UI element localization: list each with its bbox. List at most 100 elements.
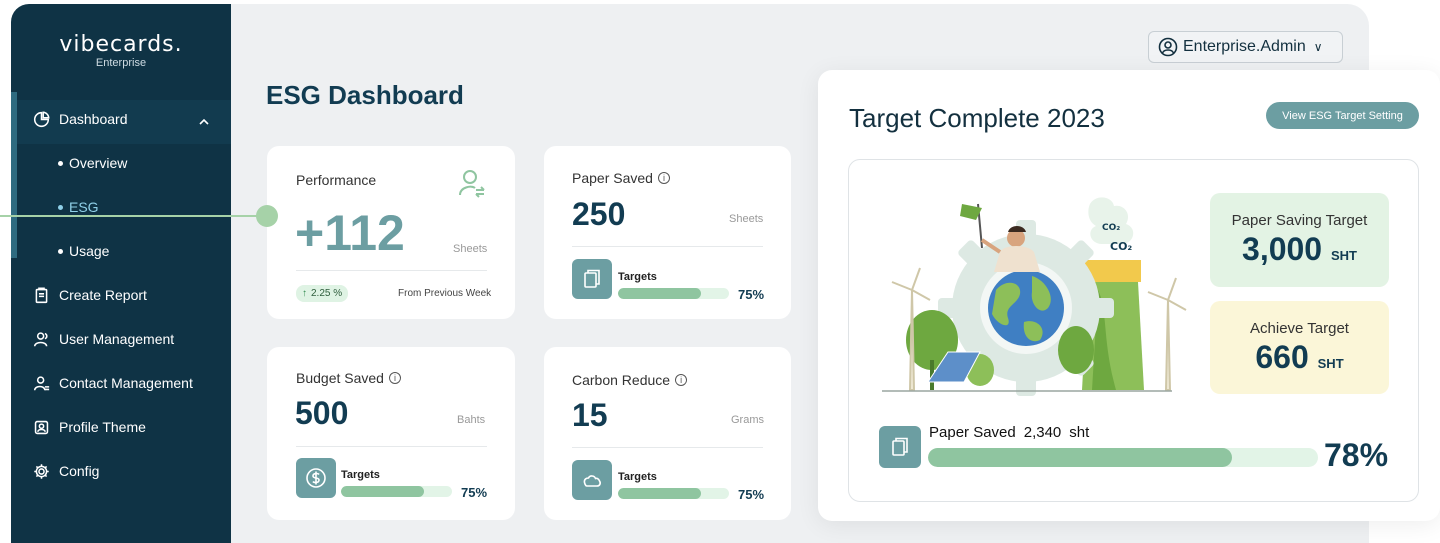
panel-progress-fill bbox=[928, 448, 1233, 467]
budget-saved-value: 500 bbox=[295, 395, 349, 431]
user-menu-button[interactable]: Enterprise.Admin ∨ bbox=[1148, 31, 1343, 63]
gear-icon bbox=[34, 463, 49, 479]
pie-chart-icon bbox=[33, 110, 50, 127]
paper-saved-label: Paper Saved i bbox=[572, 170, 670, 186]
view-esg-target-button[interactable]: View ESG Target Setting bbox=[1266, 102, 1419, 129]
panel-paper-saved-unit: sht bbox=[1069, 424, 1090, 441]
budget-progress-track bbox=[341, 486, 452, 497]
target-panel-title: Target Complete 2023 bbox=[849, 103, 1105, 133]
performance-value: +112 bbox=[295, 205, 405, 261]
carbon-icon-box bbox=[572, 460, 612, 500]
info-icon[interactable]: i bbox=[388, 372, 401, 384]
paper-saved-unit: Sheets bbox=[729, 213, 764, 225]
esg-illustration: CO₂ CO₂ bbox=[882, 197, 1187, 396]
user-circle-icon bbox=[1158, 37, 1178, 57]
panel-progress-track bbox=[928, 448, 1318, 467]
logo-wordmark: vibecards. bbox=[59, 32, 183, 57]
logo[interactable]: vibecards. Enterprise bbox=[11, 32, 231, 69]
nav-active-indicator bbox=[11, 92, 17, 258]
user-exchange-icon bbox=[459, 170, 485, 198]
sidebar-item-label: Create Report bbox=[59, 287, 147, 303]
divider bbox=[296, 270, 487, 271]
budget-progress-fill bbox=[341, 486, 425, 497]
paper-saving-target-box: Paper Saving Target 3,000 SHT bbox=[1210, 193, 1389, 287]
connector-line bbox=[0, 215, 262, 217]
card-title: Carbon Reduce bbox=[572, 372, 671, 388]
co2-label-small: CO₂ bbox=[1102, 223, 1120, 233]
performance-unit: Sheets bbox=[453, 243, 488, 255]
page-title: ESG Dashboard bbox=[266, 80, 464, 110]
chevron-down-icon: ∨ bbox=[1313, 40, 1323, 54]
change-note: From Previous Week bbox=[398, 288, 492, 299]
paper-progress-fill bbox=[618, 288, 702, 299]
panel-paper-saved-label: Paper Saved bbox=[929, 424, 1016, 441]
paper-target-value-row: 3,000 SHT bbox=[1210, 231, 1389, 268]
targets-label: Targets bbox=[618, 271, 657, 283]
sidebar: vibecards. Enterprise Dashboard Overview… bbox=[11, 4, 231, 543]
sidebar-item-config[interactable]: Config bbox=[33, 459, 99, 483]
achieve-target-box: Achieve Target 660 SHT bbox=[1210, 301, 1389, 394]
sidebar-item-usage[interactable]: Usage bbox=[58, 243, 109, 259]
budget-saved-unit: Bahts bbox=[457, 414, 486, 426]
paper-target-unit: SHT bbox=[1330, 248, 1357, 263]
bullet bbox=[58, 160, 63, 166]
paper-saved-value: 250 bbox=[572, 196, 626, 232]
stage: vibecards. Enterprise Dashboard Overview… bbox=[0, 0, 1440, 543]
document-icon bbox=[35, 287, 48, 303]
change-value: 2.25 % bbox=[311, 288, 343, 299]
targets-label: Targets bbox=[618, 471, 657, 483]
sidebar-item-label: Dashboard bbox=[59, 111, 128, 127]
paper-target-label: Paper Saving Target bbox=[1231, 212, 1368, 229]
contact-icon bbox=[33, 375, 50, 390]
paper-target-value: 3,000 bbox=[1242, 231, 1323, 267]
cloud-icon bbox=[583, 475, 601, 487]
panel-paper-saved-value: 2,340 bbox=[1023, 424, 1062, 441]
chevron-up-icon[interactable] bbox=[199, 117, 209, 127]
co2-label-big: CO₂ bbox=[1110, 240, 1132, 253]
sidebar-item-label: Profile Theme bbox=[59, 419, 146, 435]
divider bbox=[572, 246, 763, 247]
carbon-percent: 75% bbox=[738, 487, 765, 502]
connector-dot bbox=[256, 205, 278, 227]
paper-icon-box bbox=[572, 259, 612, 299]
sidebar-item-overview[interactable]: Overview bbox=[58, 155, 127, 171]
panel-paper-saved: Paper Saved 2,340 sht bbox=[929, 424, 1089, 441]
sidebar-item-label: ESG bbox=[69, 199, 99, 215]
sidebar-item-user-management[interactable]: User Management bbox=[33, 327, 174, 351]
performance-label: Performance bbox=[296, 172, 377, 188]
change-badge: ↑ 2.25 % bbox=[296, 285, 349, 302]
sidebar-item-dashboard[interactable]: Dashboard bbox=[33, 107, 128, 131]
sidebar-item-label: Contact Management bbox=[59, 375, 193, 391]
card-title: Paper Saved bbox=[572, 170, 653, 186]
panel-percent: 78% bbox=[1324, 437, 1389, 473]
budget-percent: 75% bbox=[461, 485, 488, 500]
panel-paper-icon-box bbox=[879, 426, 921, 468]
carbon-reduce-value: 15 bbox=[572, 397, 608, 433]
paper-stack-icon bbox=[584, 269, 600, 288]
info-icon[interactable]: i bbox=[657, 172, 670, 184]
info-icon[interactable]: i bbox=[675, 374, 688, 386]
divider bbox=[296, 446, 487, 447]
sidebar-item-label: Config bbox=[59, 463, 100, 479]
achieve-value-row: 660 SHT bbox=[1210, 339, 1389, 376]
profile-card-icon bbox=[34, 420, 49, 434]
bullet bbox=[58, 204, 63, 210]
budget-saved-label: Budget Saved i bbox=[296, 370, 401, 386]
sidebar-item-label: Overview bbox=[69, 155, 128, 171]
carbon-progress-fill bbox=[618, 488, 702, 499]
paper-percent: 75% bbox=[738, 287, 765, 302]
carbon-reduce-label: Carbon Reduce i bbox=[572, 372, 688, 388]
divider bbox=[572, 447, 763, 448]
dollar-coin-icon bbox=[306, 468, 326, 488]
sidebar-item-contact-management[interactable]: Contact Management bbox=[33, 371, 193, 395]
achieve-value: 660 bbox=[1255, 339, 1309, 375]
achieve-label: Achieve Target bbox=[1250, 320, 1349, 337]
sidebar-item-profile-theme[interactable]: Profile Theme bbox=[33, 415, 146, 439]
paper-stack-icon bbox=[892, 437, 908, 456]
budget-icon-box bbox=[296, 458, 336, 498]
sidebar-item-create-report[interactable]: Create Report bbox=[33, 283, 147, 307]
sidebar-item-label: User Management bbox=[59, 331, 175, 347]
targets-label: Targets bbox=[341, 469, 380, 481]
sidebar-item-esg[interactable]: ESG bbox=[58, 199, 99, 215]
card-title: Budget Saved bbox=[296, 370, 384, 386]
